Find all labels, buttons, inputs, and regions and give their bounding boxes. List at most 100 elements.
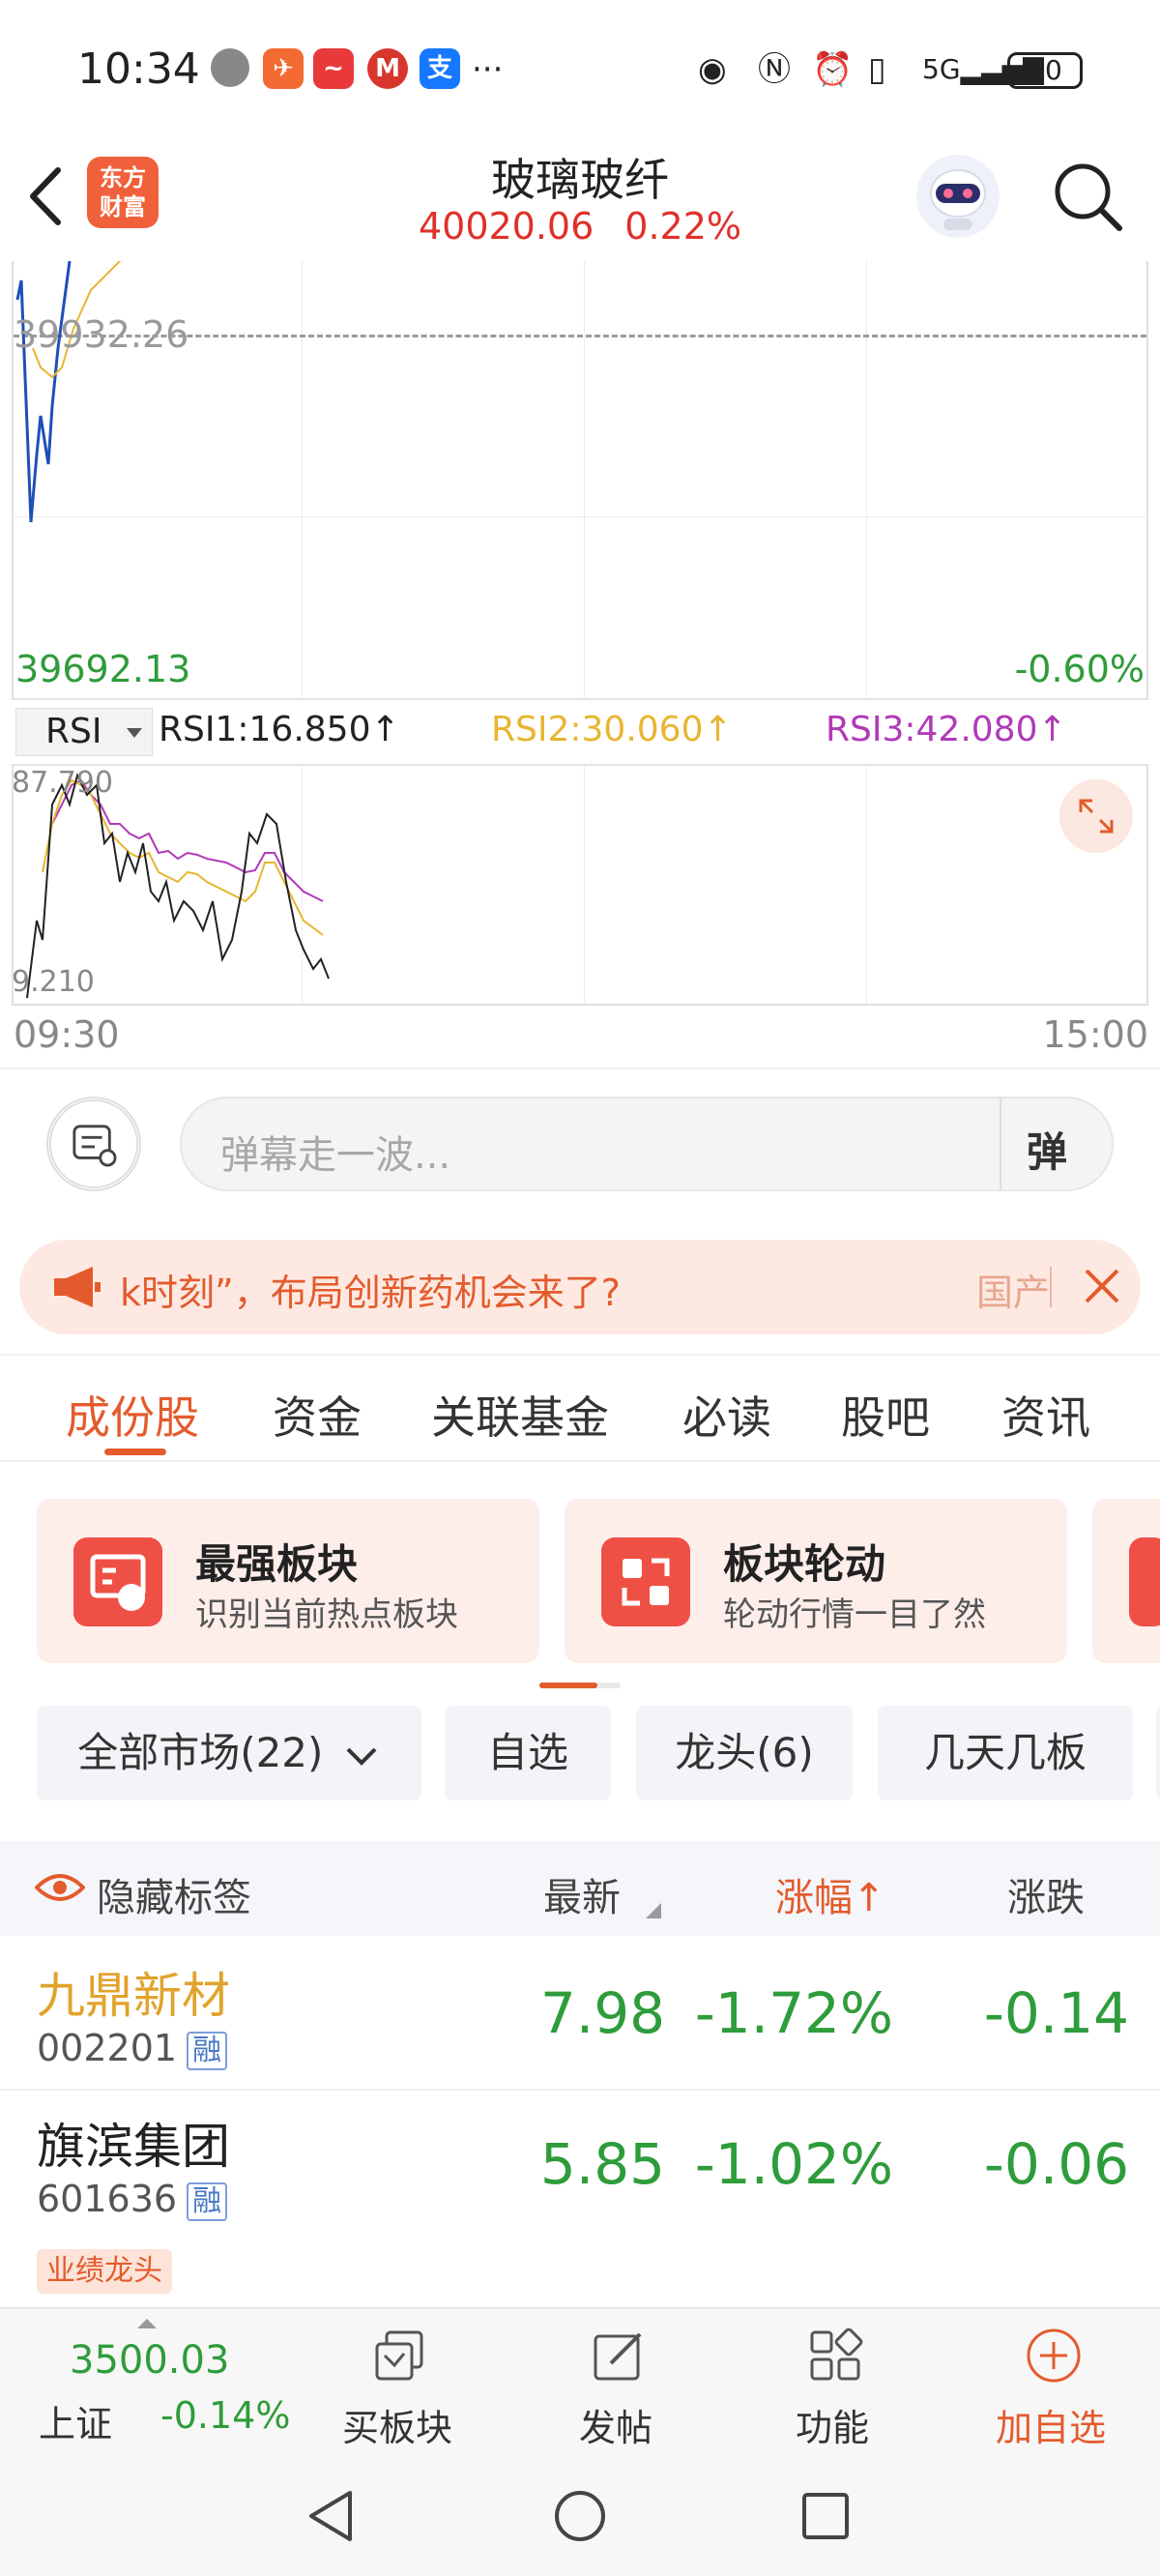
chevron-down-icon: [346, 1747, 377, 1766]
stock-name: 旗滨集团: [37, 2119, 230, 2175]
rsi-max-label: 87.790: [12, 766, 113, 800]
divider: [1000, 1098, 1001, 1189]
bank-icon: M: [367, 48, 408, 89]
card-icon: [1129, 1537, 1160, 1626]
battery-indicator: 70: [1007, 52, 1083, 89]
danmaku-settings-icon[interactable]: [46, 1097, 141, 1191]
chevron-up-icon[interactable]: [135, 2317, 159, 2330]
status-time: 10:34: [77, 44, 200, 94]
tab-forum[interactable]: 股吧: [841, 1383, 930, 1447]
filter-consecutive-limit[interactable]: 几天几板: [878, 1706, 1133, 1800]
banner-source: 国产: [976, 1272, 1051, 1314]
add-to-watchlist-button[interactable]: 加自选: [978, 2309, 1123, 2454]
card-subtitle: 轮动行情一目了然: [723, 1595, 986, 1634]
app-root: 10:34 ✈ ~ M 支 ··· ◉ Ⓝ ⏰ ▯ 5G▂▃▅▇ 70 东方 财…: [0, 0, 1160, 2576]
close-icon[interactable]: [1075, 1259, 1129, 1313]
tab-funds[interactable]: 资金: [273, 1383, 362, 1447]
danmaku-input[interactable]: 弹幕走一波... 弹: [180, 1097, 1114, 1191]
card-subtitle: 识别当前热点板块: [195, 1595, 458, 1634]
assistant-robot-icon[interactable]: [916, 155, 1000, 238]
grid-icon: [810, 2327, 863, 2381]
search-icon[interactable]: [1050, 159, 1127, 236]
eye-icon[interactable]: [35, 1870, 85, 1905]
card-title: 最强板块: [195, 1540, 359, 1588]
banner-text: k时刻”，布局创新药机会来了?: [120, 1272, 621, 1314]
stock-code-text: 601636: [37, 2178, 178, 2220]
index-price: 40020.06: [418, 205, 594, 248]
vibrate-icon: ▯: [868, 50, 886, 89]
system-nav-bar: [0, 2452, 1160, 2576]
rsi-chart[interactable]: 87.790 9.210: [12, 764, 1148, 1006]
stock-tag[interactable]: 业绩龙头: [37, 2249, 172, 2294]
rsi3-value: RSI3:42.080↑: [826, 710, 1067, 749]
intraday-chart[interactable]: 39932.26 39692.13 -0.60%: [12, 261, 1148, 700]
dropdown-arrow-icon: [127, 728, 142, 738]
stock-change: -0.06: [983, 2131, 1129, 2197]
stock-change: -0.14: [983, 1980, 1129, 2046]
app-notification-icon: ✈: [263, 48, 304, 89]
nav-back-icon[interactable]: [305, 2489, 356, 2543]
toolbar-label: 功能: [795, 2407, 869, 2449]
edit-icon: [594, 2332, 642, 2381]
tab-must-read[interactable]: 必读: [682, 1383, 771, 1447]
section-tabs: 成份股 资金 关联基金 必读 股吧 资讯: [0, 1354, 1160, 1462]
stock-name: 九鼎新材: [37, 1968, 230, 2024]
rsi2-value: RSI2:30.060↑: [491, 710, 733, 749]
divider: [1050, 1267, 1052, 1307]
functions-button[interactable]: 功能: [760, 2309, 905, 2454]
filter-watchlist[interactable]: 自选: [445, 1706, 611, 1800]
header: 东方 财富 玻璃玻纤 40020.06 0.22%: [0, 135, 1160, 261]
wechat-icon: [211, 48, 249, 87]
table-row[interactable]: 旗滨集团 601636 融 5.85 -1.02% -0.06 业绩龙头: [0, 2093, 1160, 2307]
rsi-lines: [26, 773, 330, 999]
col-change-pct[interactable]: 涨幅↑: [775, 1866, 885, 1922]
tab-indicator: [104, 1449, 166, 1455]
tab-related-funds[interactable]: 关联基金: [431, 1383, 609, 1447]
card-pager: [539, 1683, 621, 1688]
col-latest[interactable]: 最新: [543, 1866, 621, 1922]
sh-index-change: -0.14%: [160, 2394, 291, 2437]
news-banner[interactable]: k时刻”，布局创新药机会来了? 国产: [19, 1240, 1141, 1334]
divider: [0, 1068, 1160, 1069]
nav-home-icon[interactable]: [553, 2489, 607, 2543]
toolbar-label: 发帖: [578, 2407, 652, 2449]
nfc-icon: Ⓝ: [758, 50, 791, 89]
table-header: 隐藏标签 最新 涨幅↑ 涨跌: [0, 1841, 1160, 1936]
expand-icon[interactable]: [1059, 779, 1133, 853]
card-partial[interactable]: [1092, 1499, 1160, 1663]
prev-close-label: 39932.26: [14, 313, 189, 356]
stock-price: 7.98: [539, 1980, 665, 2046]
filter-label: 全部市场(22): [77, 1729, 324, 1776]
margin-badge: 融: [187, 2181, 228, 2221]
chart-like-icon: [73, 1537, 162, 1626]
table-row[interactable]: 九鼎新材 002201 融 7.98 -1.72% -0.14: [0, 1938, 1160, 2091]
col-change[interactable]: 涨跌: [1007, 1866, 1085, 1922]
rotation-icon: [601, 1537, 690, 1626]
post-button[interactable]: 发帖: [543, 2309, 688, 2454]
filter-leaders[interactable]: 龙头(6): [636, 1706, 853, 1800]
nav-recents-icon[interactable]: [800, 2491, 851, 2541]
alarm-icon: ⏰: [812, 50, 854, 89]
plus-circle-icon: [1027, 2328, 1081, 2383]
buy-sector-button[interactable]: 买板块: [325, 2309, 470, 2454]
hide-tags-toggle[interactable]: 隐藏标签: [97, 1866, 251, 1922]
sh-index-value[interactable]: 3500.03: [70, 2338, 229, 2383]
filter-all-markets[interactable]: 全部市场(22): [37, 1706, 421, 1800]
filter-more[interactable]: [1156, 1706, 1160, 1800]
indicator-selector[interactable]: RSI: [15, 708, 153, 756]
eye-icon: ◉: [698, 50, 727, 89]
stock-change-pct: -1.02%: [694, 2131, 893, 2197]
tab-constituents[interactable]: 成份股: [66, 1383, 199, 1447]
rsi-indicator-bar: RSI RSI1:16.850↑ RSI2:30.060↑ RSI3:42.08…: [12, 706, 1148, 758]
card-sector-rotation[interactable]: 板块轮动 轮动行情一目了然: [565, 1499, 1067, 1663]
index-change-pct: 0.22%: [624, 205, 742, 248]
stock-code: 002201 融: [37, 2027, 228, 2070]
stock-change-pct: -1.72%: [694, 1980, 893, 2046]
megaphone-icon: [54, 1267, 101, 1307]
danmaku-toggle-button[interactable]: 弹: [1027, 1120, 1067, 1179]
tab-news[interactable]: 资讯: [1001, 1383, 1090, 1447]
sort-icon: [646, 1903, 661, 1918]
card-strongest-sector[interactable]: 最强板块 识别当前热点板块: [37, 1499, 539, 1663]
time-axis-start: 09:30: [14, 1013, 120, 1056]
card-title: 板块轮动: [723, 1540, 886, 1588]
